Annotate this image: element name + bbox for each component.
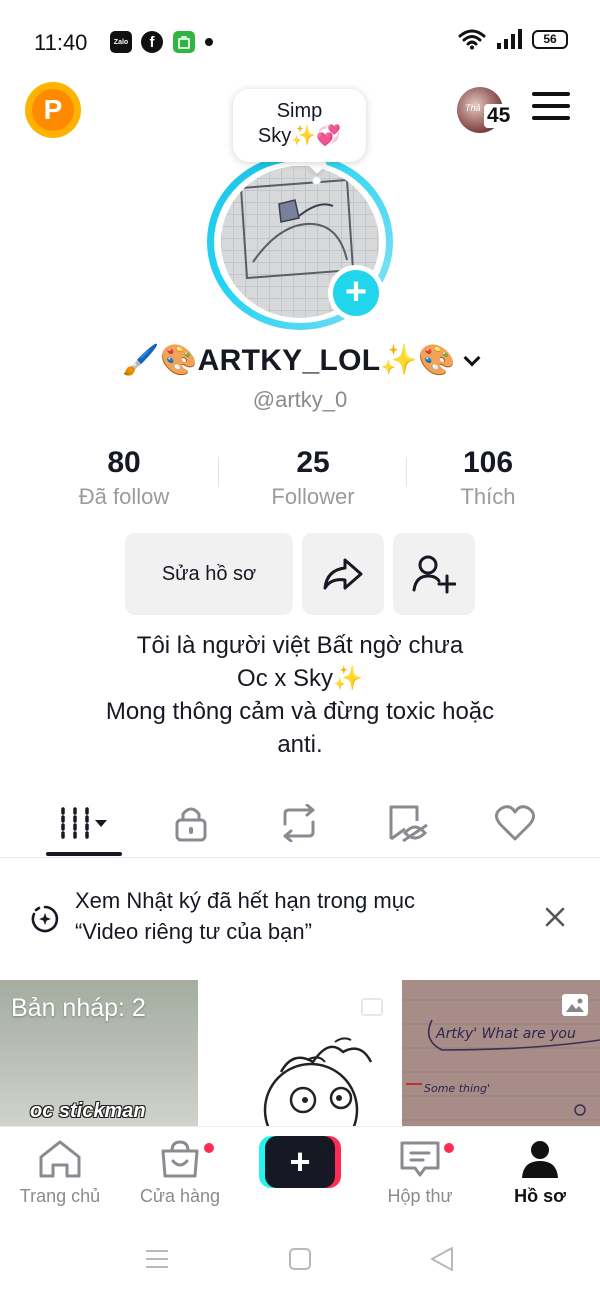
note-dot xyxy=(312,176,321,185)
lock-icon xyxy=(175,807,207,842)
bio: Tôi là người việt Bất ngờ chưa Oc x Sky✨… xyxy=(60,629,540,761)
stat-value: 80 xyxy=(107,446,141,479)
home-button-icon[interactable] xyxy=(288,1247,312,1271)
add-friend-button[interactable] xyxy=(393,533,475,615)
tab-private[interactable] xyxy=(136,790,246,856)
stat-likes[interactable]: 106 Thích xyxy=(398,446,578,510)
home-icon xyxy=(39,1140,81,1178)
banner-line-2: “Video riêng tư của bạn” xyxy=(75,919,312,944)
nav-shop[interactable]: Cửa hàng xyxy=(120,1139,240,1207)
profile-tabs xyxy=(0,790,600,858)
add-story-button[interactable]: + xyxy=(328,265,384,321)
bio-line: Mong thông cảm và đừng toxic hoặc xyxy=(105,698,495,725)
edit-profile-button[interactable]: Sửa hồ sơ xyxy=(125,533,293,615)
battery-icon: 56 xyxy=(532,29,568,49)
display-name-button[interactable]: 🖌️🎨ARTKY_LOL✨🎨 xyxy=(0,343,600,378)
status-time: 11:40 xyxy=(34,30,88,55)
stat-value: 25 xyxy=(296,446,330,479)
stat-followers[interactable]: 25 Follower xyxy=(223,446,403,510)
photo-icon xyxy=(361,998,383,1016)
story-icon xyxy=(31,905,59,933)
stat-value: 106 xyxy=(462,446,514,479)
nav-label: Cửa hàng xyxy=(139,1186,221,1206)
video-caption: oc stickman xyxy=(30,1100,146,1122)
friend-avatar-text: Thả xyxy=(465,103,481,113)
inbox-notification-dot xyxy=(442,1141,456,1155)
inbox-icon xyxy=(400,1141,440,1177)
add-story-icon: + xyxy=(333,270,379,316)
repost-icon xyxy=(283,804,315,842)
back-icon[interactable] xyxy=(430,1246,454,1272)
photo-icon xyxy=(562,994,588,1016)
signal-icon xyxy=(497,29,522,49)
display-name: 🖌️🎨ARTKY_LOL✨🎨 xyxy=(122,344,456,377)
edit-profile-label: Sửa hồ sơ xyxy=(161,562,257,585)
banner-line-1: Xem Nhật ký đã hết hạn trong mục xyxy=(75,888,415,913)
notification-dot xyxy=(205,38,213,46)
shop-notification-dot xyxy=(202,1141,216,1155)
tab-liked[interactable] xyxy=(460,790,570,856)
active-tab-indicator xyxy=(46,852,122,856)
username: @artky_0 xyxy=(252,387,348,412)
handwriting-text-2: Some thing' xyxy=(424,1082,490,1095)
nav-label: Trang chủ xyxy=(19,1186,101,1206)
menu-icon[interactable] xyxy=(532,92,570,120)
friend-count-badge: 45 xyxy=(484,104,514,128)
status-bar: 11:40 Zalo f 56 xyxy=(0,0,600,80)
note-line-1: Simp xyxy=(276,100,323,122)
stat-label: Đã follow xyxy=(78,484,170,509)
profile-icon xyxy=(522,1141,558,1178)
share-profile-button[interactable] xyxy=(302,533,384,615)
bio-line: Oc x Sky✨ xyxy=(237,665,363,692)
video-grid: Bản nháp: 2 oc stickman Artky' What are … xyxy=(0,980,600,1128)
create-button[interactable]: + xyxy=(259,1136,341,1188)
nav-home[interactable]: Trang chủ xyxy=(0,1139,120,1207)
close-icon[interactable] xyxy=(542,904,568,930)
draft-label: Bản nháp: 2 xyxy=(11,994,146,1022)
draft-video-tile[interactable]: Bản nháp: 2 oc stickman xyxy=(0,980,198,1128)
system-nav xyxy=(0,1218,600,1300)
nav-profile[interactable]: Hồ sơ xyxy=(480,1139,600,1207)
points-button[interactable]: P xyxy=(25,82,81,138)
points-icon: P xyxy=(32,89,74,131)
heart-icon xyxy=(495,805,535,841)
photo-tile[interactable]: Artky' What are you Some thing' xyxy=(402,980,600,1128)
zalo-icon: Zalo xyxy=(110,31,132,53)
nav-label: Hồ sơ xyxy=(514,1186,566,1206)
stat-following[interactable]: 80 Đã follow xyxy=(34,446,214,510)
shop-icon xyxy=(161,1140,199,1178)
recents-icon[interactable] xyxy=(145,1248,169,1270)
nav-label: Hộp thư xyxy=(387,1186,453,1206)
stat-label: Follower xyxy=(271,484,355,509)
create-icon: + xyxy=(265,1136,335,1188)
nav-inbox[interactable]: Hộp thư xyxy=(360,1139,480,1207)
note-line-2: Sky✨💞 xyxy=(257,125,342,147)
status-indicators: 56 xyxy=(458,28,568,50)
stat-label: Thích xyxy=(460,484,516,509)
wifi-icon xyxy=(458,29,486,50)
handwriting-text: Artky' What are you xyxy=(435,1026,576,1042)
tab-videos[interactable] xyxy=(30,790,140,856)
bio-line: Tôi là người việt Bất ngờ chưa xyxy=(136,632,464,659)
tab-favorites[interactable] xyxy=(352,790,462,856)
banner-text: Xem Nhật ký đã hết hạn trong mục “Video … xyxy=(75,885,515,947)
tab-reposts[interactable] xyxy=(244,790,354,856)
favorites-icon xyxy=(389,805,428,843)
chevron-down-icon xyxy=(463,349,481,367)
share-icon xyxy=(323,558,363,590)
videos-grid-icon xyxy=(61,807,107,841)
bio-line: anti. xyxy=(277,731,323,758)
video-tile[interactable] xyxy=(201,980,399,1128)
store-icon xyxy=(173,31,195,53)
facebook-icon: f xyxy=(141,31,163,53)
note-bubble[interactable]: Simp Sky✨💞 xyxy=(233,89,366,162)
add-friend-icon xyxy=(412,555,456,594)
